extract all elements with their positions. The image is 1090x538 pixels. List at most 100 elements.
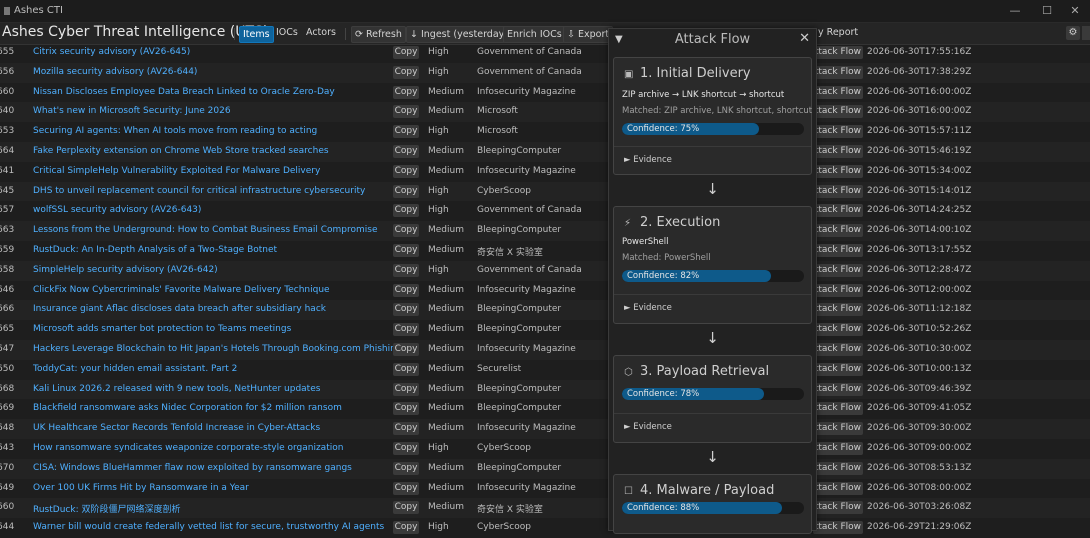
table-row[interactable]: 669 Blackfield ransomware asks Nidec Corp… [0,399,1090,419]
attack-flow-button[interactable]: ttack Flow [813,442,863,455]
attack-flow-button[interactable]: ttack Flow [813,303,863,317]
attack-flow-button[interactable]: ttack Flow [813,164,863,178]
item-title-link[interactable]: Securing AI agents: When AI tools move f… [33,126,317,136]
tab-actors[interactable]: Actors [306,27,336,38]
attack-flow-button[interactable]: ttack Flow [813,402,863,416]
attack-flow-button[interactable]: ttack Flow [813,362,863,376]
attack-flow-button[interactable]: ttack Flow [813,481,863,495]
table-row[interactable]: 657 wolfSSL security advisory (AV26-643) C… [0,201,1090,221]
copy-button[interactable]: Copy [393,224,419,238]
table-row[interactable]: 644Warner bill would create federally ve… [0,518,1090,538]
attack-flow-button[interactable]: ttack Flow [813,125,863,139]
item-title-link[interactable]: Microsoft adds smarter bot protection to… [33,324,291,334]
table-row[interactable]: 655 Citrix security advisory (AV26-645) Co… [0,43,1090,63]
attack-flow-button[interactable]: ttack Flow [813,85,863,99]
table-row[interactable]: 668 Kali Linux 2026.2 released with 9 new… [0,379,1090,400]
attack-flow-button[interactable]: ttack Flow [813,224,863,238]
table-row[interactable]: 640 What's new in Microsoft Security: Jun… [0,102,1090,123]
item-title-link[interactable]: CISA: Windows BlueHammer flaw now exploi… [33,463,352,473]
attack-flow-button[interactable]: ttack Flow [813,283,863,297]
copy-button[interactable]: Copy [393,204,419,218]
copy-button[interactable]: Copy [393,85,419,99]
table-row[interactable]: 663 Lessons from the Underground: How to … [0,221,1090,241]
scroll-handle[interactable] [1082,26,1090,40]
copy-button[interactable]: Copy [393,501,419,515]
table-row[interactable]: 641 Critical SimpleHelp Vulnerability Exp… [0,162,1090,182]
attack-flow-button[interactable]: ttack Flow [813,323,863,337]
copy-button[interactable]: Copy [393,65,419,79]
table-row[interactable]: 659 RustDuck: An In-Depth Analysis of a T… [0,241,1090,261]
copy-button[interactable]: Copy [393,402,419,416]
close-icon[interactable]: ✕ [799,31,810,46]
copy-button[interactable]: Copy [393,323,419,337]
tab-iocs[interactable]: IOCs [276,27,298,38]
copy-button[interactable]: Copy [393,362,419,376]
tab-items[interactable]: Items [239,26,274,43]
attack-flow-button[interactable]: ttack Flow [813,204,863,218]
item-title-link[interactable]: How ransomware syndicates weaponize corp… [33,443,343,453]
copy-button[interactable]: Copy [393,46,419,59]
report-button[interactable]: y Report [818,27,858,38]
item-title-link[interactable]: DHS to unveil replacement council for cr… [33,186,365,196]
attack-flow-button[interactable]: ttack Flow [813,343,863,356]
item-title-link[interactable]: RustDuck: 双阶段僵尸网络深度剖析 [33,502,180,515]
item-title-link[interactable]: ToddyCat: your hidden email assistant. P… [33,364,237,374]
attack-flow-button[interactable]: ttack Flow [813,521,863,535]
table-row[interactable]: 645 DHS to unveil replacement council for… [0,181,1090,202]
copy-button[interactable]: Copy [393,184,419,198]
table-row[interactable]: 648 UK Healthcare Sector Records Tenfold … [0,419,1090,439]
item-title-link[interactable]: wolfSSL security advisory (AV26-643) [33,205,201,215]
item-title-link[interactable]: Fake Perplexity extension on Chrome Web … [33,146,329,156]
evidence-toggle[interactable]: ► Evidence [624,422,672,432]
item-title-link[interactable]: Kali Linux 2026.2 released with 9 new to… [33,384,320,394]
table-row[interactable]: 647 Hackers Leverage Blockchain to Hit Ja… [0,340,1090,360]
item-title-link[interactable]: Nissan Discloses Employee Data Breach Li… [33,87,335,97]
evidence-toggle[interactable]: ► Evidence [624,303,672,313]
attack-flow-button[interactable]: ttack Flow [813,105,863,119]
copy-button[interactable]: Copy [393,422,419,436]
copy-button[interactable]: Copy [393,125,419,139]
table-row[interactable]: 650 ToddyCat: your hidden email assistant… [0,360,1090,380]
maximize-button[interactable]: ☐ [1032,3,1062,19]
attack-flow-button[interactable]: ttack Flow [813,263,863,277]
table-row[interactable]: 653 Securing AI agents: When AI tools mov… [0,122,1090,142]
item-title-link[interactable]: Mozilla security advisory (AV26-644) [33,67,197,77]
table-row[interactable]: 646 ClickFix Now Cybercriminals' Favorite… [0,281,1090,301]
item-title-link[interactable]: Hackers Leverage Blockchain to Hit Japan… [33,344,402,354]
attack-flow-button[interactable]: ttack Flow [813,382,863,396]
attack-flow-button[interactable]: ttack Flow [813,65,863,79]
table-row[interactable]: 665 Microsoft adds smarter bot protection… [0,320,1090,340]
close-window-button[interactable]: ✕ [1060,3,1090,19]
copy-button[interactable]: Copy [393,442,419,455]
item-title-link[interactable]: Critical SimpleHelp Vulnerability Exploi… [33,166,320,176]
attack-flow-button[interactable]: ttack Flow [813,244,863,257]
attack-flow-button[interactable]: ttack Flow [813,422,863,436]
item-title-link[interactable]: Insurance giant Aflac discloses data bre… [33,304,326,314]
copy-button[interactable]: Copy [393,382,419,396]
attack-flow-button[interactable]: ttack Flow [813,184,863,198]
export-button[interactable]: ⇩ Export [563,26,614,43]
item-title-link[interactable]: What's new in Microsoft Security: June 2… [33,106,231,116]
enrich-iocs-button[interactable]: Enrich IOCs [503,26,566,43]
copy-button[interactable]: Copy [393,303,419,317]
item-title-link[interactable]: ClickFix Now Cybercriminals' Favorite Ma… [33,285,330,295]
table-row[interactable]: 664 Fake Perplexity extension on Chrome W… [0,142,1090,162]
table-row[interactable]: 660 Nissan Discloses Employee Data Breach… [0,83,1090,103]
item-title-link[interactable]: UK Healthcare Sector Records Tenfold Inc… [33,423,320,433]
item-title-link[interactable]: Lessons from the Underground: How to Com… [33,225,378,235]
table-row[interactable]: 658 SimpleHelp security advisory (AV26-64… [0,260,1090,281]
minimize-button[interactable]: — [1000,3,1030,19]
attack-flow-button[interactable]: ttack Flow [813,145,863,158]
attack-flow-button[interactable]: ttack Flow [813,46,863,59]
settings-gear-icon[interactable]: ⚙ [1066,26,1080,40]
copy-button[interactable]: Copy [393,283,419,297]
copy-button[interactable]: Copy [393,145,419,158]
item-title-link[interactable]: Over 100 UK Firms Hit by Ransomware in a… [33,483,249,493]
refresh-button[interactable]: ⟳ Refresh [351,26,406,43]
item-title-link[interactable]: Citrix security advisory (AV26-645) [33,47,190,57]
copy-button[interactable]: Copy [393,244,419,257]
copy-button[interactable]: Copy [393,343,419,356]
table-row[interactable]: 666 Insurance giant Aflac discloses data … [0,300,1090,321]
copy-button[interactable]: Copy [393,461,419,475]
copy-button[interactable]: Copy [393,521,419,535]
